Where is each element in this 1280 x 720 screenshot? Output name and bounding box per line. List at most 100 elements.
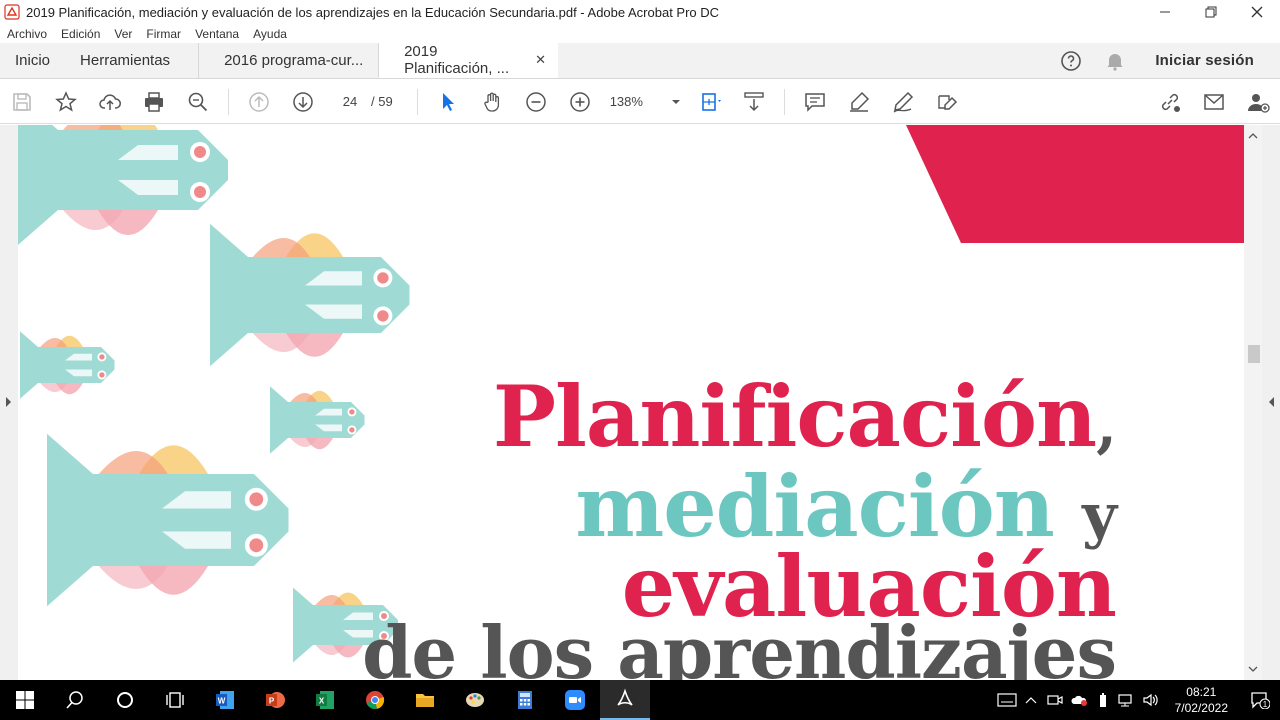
- highlight-button[interactable]: [837, 80, 881, 124]
- file-explorer-app[interactable]: [400, 680, 450, 720]
- battery-tray[interactable]: [1091, 680, 1115, 720]
- zoom-app[interactable]: [550, 680, 600, 720]
- upload-button[interactable]: [88, 80, 132, 124]
- network-tray[interactable]: [1115, 680, 1139, 720]
- draw-button[interactable]: [881, 80, 925, 124]
- network-icon: [1118, 694, 1132, 707]
- cloud-icon: [1071, 695, 1087, 706]
- zoom-in-button[interactable]: [558, 80, 602, 124]
- page-view-button[interactable]: [688, 80, 732, 124]
- plus-circle-icon: [569, 91, 590, 112]
- volume-tray[interactable]: [1139, 680, 1163, 720]
- excel-app[interactable]: X: [300, 680, 350, 720]
- left-panel-toggle[interactable]: [0, 125, 18, 680]
- star-icon: [55, 90, 77, 112]
- camera-icon: [1047, 695, 1063, 705]
- toolbar-separator: [228, 88, 229, 115]
- windows-icon: [16, 691, 34, 709]
- cloud-upload-icon: [99, 93, 121, 110]
- battery-icon: [1099, 693, 1106, 707]
- right-panel-toggle[interactable]: [1262, 125, 1280, 680]
- svg-text:P: P: [269, 697, 275, 706]
- tabbar-right: Iniciar sesión: [1049, 43, 1280, 78]
- menu-ventana[interactable]: Ventana: [188, 27, 246, 41]
- minimize-button[interactable]: [1142, 0, 1188, 24]
- tab-document-2[interactable]: 2019 Planificación, ... ✕: [378, 43, 559, 78]
- paint-app[interactable]: [450, 680, 500, 720]
- cover-title-aprendizajes: de los aprendizajes: [362, 610, 1117, 681]
- page-number-input[interactable]: [335, 94, 365, 109]
- save-button[interactable]: [0, 80, 44, 124]
- chrome-app[interactable]: [350, 680, 400, 720]
- action-center-button[interactable]: 1: [1240, 691, 1280, 709]
- cursor-arrow-icon: [442, 92, 454, 111]
- select-tool-button[interactable]: [426, 80, 470, 124]
- print-button[interactable]: [132, 80, 176, 124]
- acrobat-app[interactable]: [600, 680, 650, 720]
- start-button[interactable]: [0, 680, 50, 720]
- menu-firmar[interactable]: Firmar: [139, 27, 188, 41]
- task-view-icon: [166, 692, 184, 708]
- hand-icon: [484, 92, 499, 112]
- zoom-select[interactable]: 138%: [610, 94, 680, 109]
- acrobat-icon: [4, 4, 20, 20]
- clock[interactable]: 08:21 7/02/2022: [1163, 684, 1240, 716]
- hand-tool-button[interactable]: [470, 80, 514, 124]
- zoom-search-button[interactable]: [176, 80, 220, 124]
- tab-document-2-label: 2019 Planificación, ...: [404, 43, 510, 77]
- chevron-right-icon: [6, 397, 11, 407]
- task-view-button[interactable]: [150, 680, 200, 720]
- prev-page-button[interactable]: [237, 80, 281, 124]
- onedrive-tray[interactable]: [1067, 680, 1091, 720]
- close-tab-icon[interactable]: ✕: [535, 52, 546, 68]
- share-link-button[interactable]: [1148, 80, 1192, 124]
- fill-sign-button[interactable]: [925, 80, 969, 124]
- title-bar: 2019 Planificación, mediación y evaluaci…: [0, 0, 1280, 24]
- restore-button[interactable]: [1188, 0, 1234, 24]
- scrollbar-thumb[interactable]: [1248, 345, 1260, 363]
- tab-document-1[interactable]: 2016 programa-cur...: [198, 43, 378, 78]
- tab-herramientas[interactable]: Herramientas: [65, 43, 198, 78]
- minimize-icon: [1160, 11, 1170, 13]
- keyboard-tray[interactable]: [995, 680, 1019, 720]
- help-button[interactable]: [1049, 39, 1093, 83]
- link-icon: [1161, 93, 1180, 112]
- cover-title-line1: Planificación,: [493, 375, 1117, 459]
- notification-count: 1: [1263, 700, 1268, 709]
- powerpoint-app[interactable]: P: [250, 680, 300, 720]
- help-icon: [1061, 50, 1082, 71]
- bell-icon: [1107, 53, 1123, 71]
- show-hidden-icons[interactable]: [1019, 680, 1043, 720]
- next-page-button[interactable]: [281, 80, 325, 124]
- add-user-button[interactable]: [1236, 80, 1280, 124]
- notifications-button[interactable]: [1093, 39, 1137, 83]
- scroll-icon: [743, 91, 764, 111]
- close-window-button[interactable]: [1234, 0, 1280, 24]
- word-icon: W: [216, 691, 234, 709]
- clock-time: 08:21: [1186, 685, 1217, 699]
- menu-ver[interactable]: Ver: [107, 27, 139, 41]
- cortana-button[interactable]: [100, 680, 150, 720]
- signin-button[interactable]: Iniciar sesión: [1137, 52, 1280, 69]
- toolbar: / 59 138%: [0, 80, 1280, 124]
- chevron-down-icon: [671, 99, 680, 104]
- menu-archivo[interactable]: Archivo: [0, 27, 54, 41]
- meet-now-tray[interactable]: [1043, 680, 1067, 720]
- excel-icon: X: [316, 691, 334, 709]
- menu-edicion[interactable]: Edición: [54, 27, 107, 41]
- calculator-app[interactable]: [500, 680, 550, 720]
- email-button[interactable]: [1192, 80, 1236, 124]
- notification-icon: 1: [1251, 692, 1270, 709]
- comment-button[interactable]: [793, 80, 837, 124]
- vertical-scrollbar[interactable]: [1244, 125, 1262, 680]
- mail-icon: [1204, 93, 1224, 110]
- acrobat-taskbar-icon: [617, 688, 633, 706]
- scroll-mode-button[interactable]: [732, 80, 776, 124]
- menu-ayuda[interactable]: Ayuda: [246, 27, 294, 41]
- tab-inicio[interactable]: Inicio: [0, 43, 65, 78]
- zoom-out-button[interactable]: [514, 80, 558, 124]
- bookmark-button[interactable]: [44, 80, 88, 124]
- zoom-video-icon: [565, 690, 585, 710]
- word-app[interactable]: W: [200, 680, 250, 720]
- search-button[interactable]: [50, 680, 100, 720]
